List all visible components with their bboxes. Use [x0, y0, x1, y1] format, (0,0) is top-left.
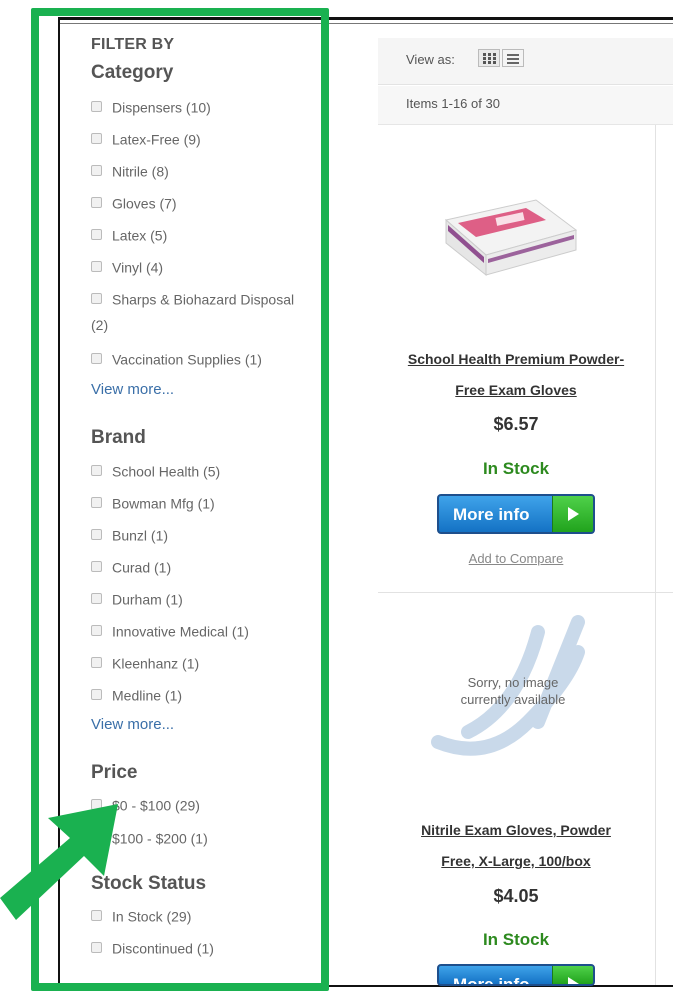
product-title-link-line2[interactable]: Free, X-Large, 100/box — [390, 846, 642, 877]
play-arrow-icon — [552, 966, 593, 984]
grid-view-button[interactable] — [478, 49, 500, 67]
list-view-button[interactable] — [502, 49, 524, 67]
product-title-link-line2[interactable]: Free Exam Gloves — [390, 375, 642, 406]
row-divider — [378, 592, 673, 593]
more-info-button[interactable]: More info — [437, 494, 595, 534]
column-divider — [655, 125, 656, 985]
add-to-compare-link[interactable]: Add to Compare — [390, 551, 642, 566]
stock-status: In Stock — [482, 930, 550, 949]
no-image-text: Sorry, no image currently available — [460, 675, 566, 707]
view-as-label: View as: — [406, 52, 455, 67]
product-price: $6.57 — [493, 414, 539, 434]
arrow-icon — [0, 804, 118, 920]
more-info-button[interactable]: More info — [437, 964, 595, 986]
product-price: $4.05 — [493, 886, 539, 906]
play-arrow-icon — [552, 496, 593, 532]
grid-icon — [483, 53, 496, 64]
stock-status: In Stock — [482, 459, 550, 478]
list-icon — [507, 54, 519, 64]
more-info-label: More info — [453, 975, 530, 986]
product-title-link[interactable]: Nitrile Exam Gloves, Powder — [390, 815, 642, 846]
product-image-glove-box[interactable] — [436, 175, 586, 295]
items-count: Items 1-16 of 30 — [406, 96, 500, 111]
product-title-link[interactable]: School Health Premium Powder- — [390, 344, 642, 375]
more-info-label: More info — [453, 505, 530, 524]
